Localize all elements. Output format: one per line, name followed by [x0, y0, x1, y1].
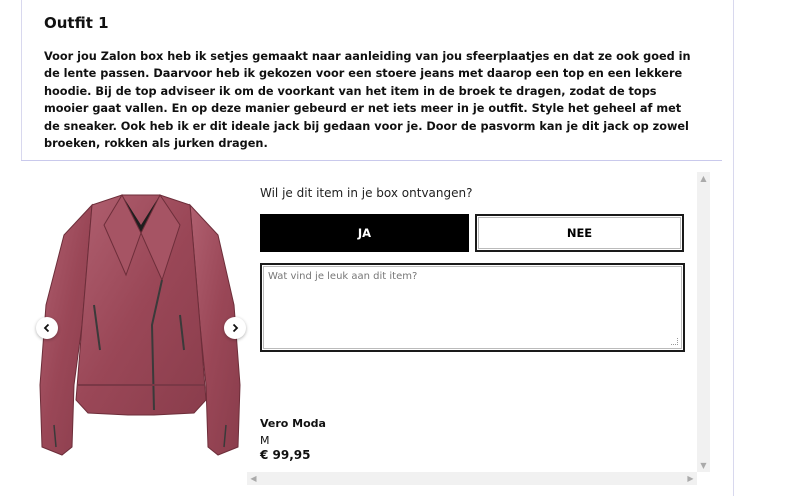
product-image — [34, 185, 248, 465]
item-brand: Vero Moda — [260, 417, 326, 430]
item-size: M — [260, 434, 270, 447]
outfit-title: Outfit 1 — [44, 14, 109, 32]
scroll-down-icon[interactable]: ▼ — [697, 459, 710, 472]
chevron-left-icon — [43, 323, 50, 333]
yes-button[interactable]: JA — [260, 214, 469, 252]
jacket-image-icon — [39, 193, 241, 456]
carousel-next-button[interactable] — [224, 317, 246, 339]
item-price: € 99,95 — [260, 448, 311, 462]
scroll-right-icon[interactable]: ▶ — [684, 472, 697, 485]
vertical-scrollbar[interactable]: ▲ ▼ — [697, 172, 710, 472]
resize-grip-icon[interactable] — [671, 338, 678, 345]
scroll-left-icon[interactable]: ◀ — [247, 472, 260, 485]
carousel-prev-button[interactable] — [36, 317, 58, 339]
scroll-up-icon[interactable]: ▲ — [697, 172, 710, 185]
horizontal-scrollbar[interactable]: ◀ ▶ — [247, 472, 697, 485]
comment-field[interactable] — [260, 263, 685, 352]
section-divider — [21, 160, 722, 161]
chevron-right-icon — [232, 323, 239, 333]
item-question: Wil je dit item in je box ontvangen? — [260, 186, 473, 200]
page-left-border — [21, 0, 22, 160]
page-right-border — [733, 0, 734, 496]
no-button[interactable]: NEE — [475, 214, 684, 252]
comment-textarea[interactable] — [266, 269, 679, 346]
outfit-description: Voor jou Zalon box heb ik setjes gemaakt… — [44, 50, 691, 151]
